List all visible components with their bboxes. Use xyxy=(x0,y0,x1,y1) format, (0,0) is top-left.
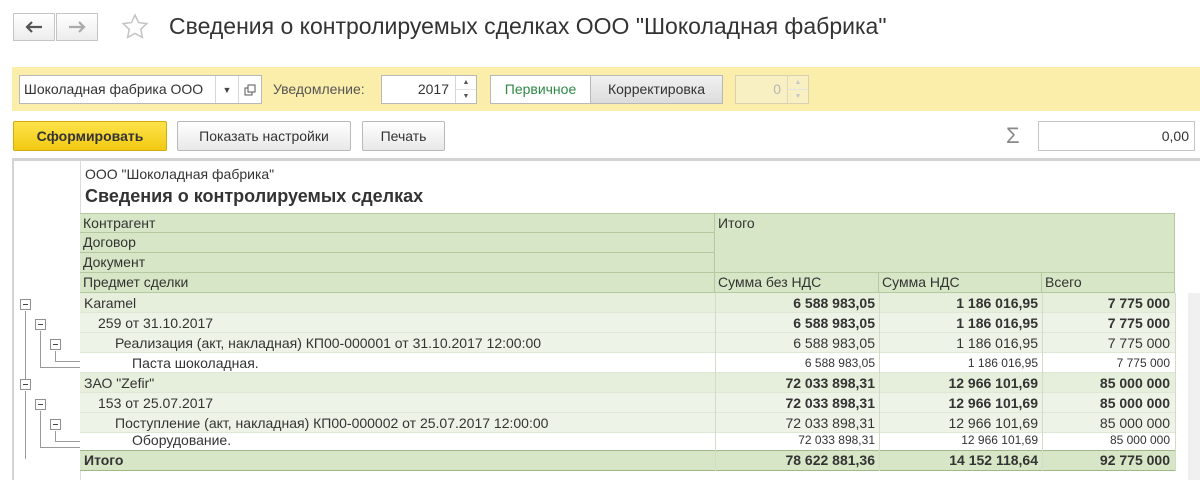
collapse-toggle-icon[interactable] xyxy=(35,399,46,410)
sum-cell: 72 033 898,31 xyxy=(798,433,875,447)
sum-cell: 6 588 983,05 xyxy=(793,335,875,351)
arrow-left-icon xyxy=(25,21,42,33)
collapse-toggle-icon[interactable] xyxy=(50,419,61,430)
tree-line xyxy=(55,441,80,442)
organization-field[interactable]: Шоколадная фабрика ООО ▼ xyxy=(19,75,262,104)
primary-toggle[interactable]: Первичное xyxy=(490,75,591,104)
sum-cell: 6 588 983,05 xyxy=(793,295,875,311)
spin-up-icon: ▲ xyxy=(794,79,802,86)
year-field[interactable]: 2017 ▲ ▼ xyxy=(381,75,477,104)
report-border xyxy=(12,158,1200,161)
report-title: Сведения о контролируемых сделках xyxy=(85,186,424,206)
vat-cell: 1 186 016,95 xyxy=(956,315,1038,331)
vertical-scrollbar[interactable] xyxy=(1188,293,1200,480)
sum-cell: 6 588 983,05 xyxy=(804,356,875,370)
vat-cell: 12 966 101,69 xyxy=(961,433,1038,447)
subject-label: Паста шоколадная. xyxy=(132,355,259,371)
tree-line xyxy=(40,367,80,368)
sum-cell: 78 622 881,36 xyxy=(785,452,875,468)
sum-field[interactable]: 0,00 xyxy=(1038,121,1195,151)
header-document: Документ xyxy=(80,253,715,273)
correction-toggle[interactable]: Корректировка xyxy=(591,75,723,104)
correction-number-field: 0 ▲ ▼ xyxy=(735,75,809,104)
vat-cell: 14 152 118,64 xyxy=(949,452,1038,468)
document-label: Реализация (акт, накладная) КП00-000001 … xyxy=(115,335,542,351)
subject-label: Оборудование. xyxy=(132,432,232,448)
total-cell: 7 775 000 xyxy=(1107,335,1170,351)
tree-line xyxy=(25,391,26,459)
forward-button[interactable] xyxy=(56,13,98,41)
vat-cell: 1 186 016,95 xyxy=(967,356,1038,370)
vat-cell: 1 186 016,95 xyxy=(956,295,1038,311)
year-spinner[interactable]: ▲ ▼ xyxy=(455,76,476,103)
sum-cell: 6 588 983,05 xyxy=(793,315,875,331)
header-total-group: Итого xyxy=(715,213,1175,273)
collapse-toggle-icon[interactable] xyxy=(35,319,46,330)
contract-label: 259 от 31.10.2017 xyxy=(98,315,214,331)
spin-up-icon[interactable]: ▲ xyxy=(456,76,476,89)
total-cell: 7 775 000 xyxy=(1116,356,1170,370)
notice-label: Уведомление: xyxy=(273,81,365,97)
tree-line xyxy=(55,361,80,362)
contract-label: 153 от 25.07.2017 xyxy=(98,395,214,411)
tree-line xyxy=(25,311,26,379)
header-sum-no-vat: Сумма без НДС xyxy=(715,273,879,293)
correction-spinner: ▲ ▼ xyxy=(787,76,808,103)
back-button[interactable] xyxy=(13,13,55,41)
counterparty-label: Karamel xyxy=(84,295,137,311)
dropdown-icon[interactable]: ▼ xyxy=(215,76,238,103)
show-settings-button[interactable]: Показать настройки xyxy=(177,121,351,151)
header-counterparty: Контрагент xyxy=(80,213,715,233)
tree-line xyxy=(40,447,80,448)
collapse-toggle-icon[interactable] xyxy=(20,299,31,310)
report-border xyxy=(12,158,14,480)
page-title: Сведения о контролируемых сделках ООО "Ш… xyxy=(169,13,887,39)
year-value[interactable]: 2017 xyxy=(382,76,455,103)
total-cell: 7 775 000 xyxy=(1107,295,1170,311)
sigma-icon: Σ xyxy=(1006,123,1020,148)
sum-cell: 72 033 898,31 xyxy=(785,395,875,411)
correction-number-value: 0 xyxy=(773,81,781,97)
vat-cell: 1 186 016,95 xyxy=(956,335,1038,351)
favorite-star-icon[interactable] xyxy=(120,12,150,42)
header-all: Всего xyxy=(1042,273,1175,293)
spin-down-icon[interactable]: ▼ xyxy=(456,89,476,103)
organization-value[interactable]: Шоколадная фабрика ООО xyxy=(20,76,215,103)
sum-cell: 72 033 898,31 xyxy=(785,375,875,391)
total-cell: 85 000 000 xyxy=(1109,433,1170,447)
header-subject: Предмет сделки xyxy=(80,273,715,293)
report-organization: ООО "Шоколадная фабрика" xyxy=(85,166,275,182)
print-button[interactable]: Печать xyxy=(362,121,445,151)
tree-line xyxy=(40,331,41,368)
open-icon[interactable] xyxy=(238,76,261,103)
total-cell: 85 000 000 xyxy=(1099,395,1170,411)
tree-line xyxy=(40,411,41,448)
collapse-toggle-icon[interactable] xyxy=(50,339,61,350)
spin-down-icon: ▼ xyxy=(788,89,808,103)
total-cell: 7 775 000 xyxy=(1107,315,1170,331)
counterparty-label: ЗАО "Zefir" xyxy=(84,375,155,391)
generate-button[interactable]: Сформировать xyxy=(13,121,167,151)
header-contract: Договор xyxy=(80,233,715,253)
total-cell: 85 000 000 xyxy=(1099,375,1170,391)
header-vat: Сумма НДС xyxy=(879,273,1042,293)
vat-cell: 12 966 101,69 xyxy=(948,375,1038,391)
collapse-toggle-icon[interactable] xyxy=(20,379,31,390)
vat-cell: 12 966 101,69 xyxy=(948,395,1038,411)
arrow-right-icon xyxy=(69,21,86,33)
column-divider xyxy=(1175,293,1176,471)
grand-total-label: Итого xyxy=(84,452,124,468)
total-cell: 92 775 000 xyxy=(1099,452,1170,468)
